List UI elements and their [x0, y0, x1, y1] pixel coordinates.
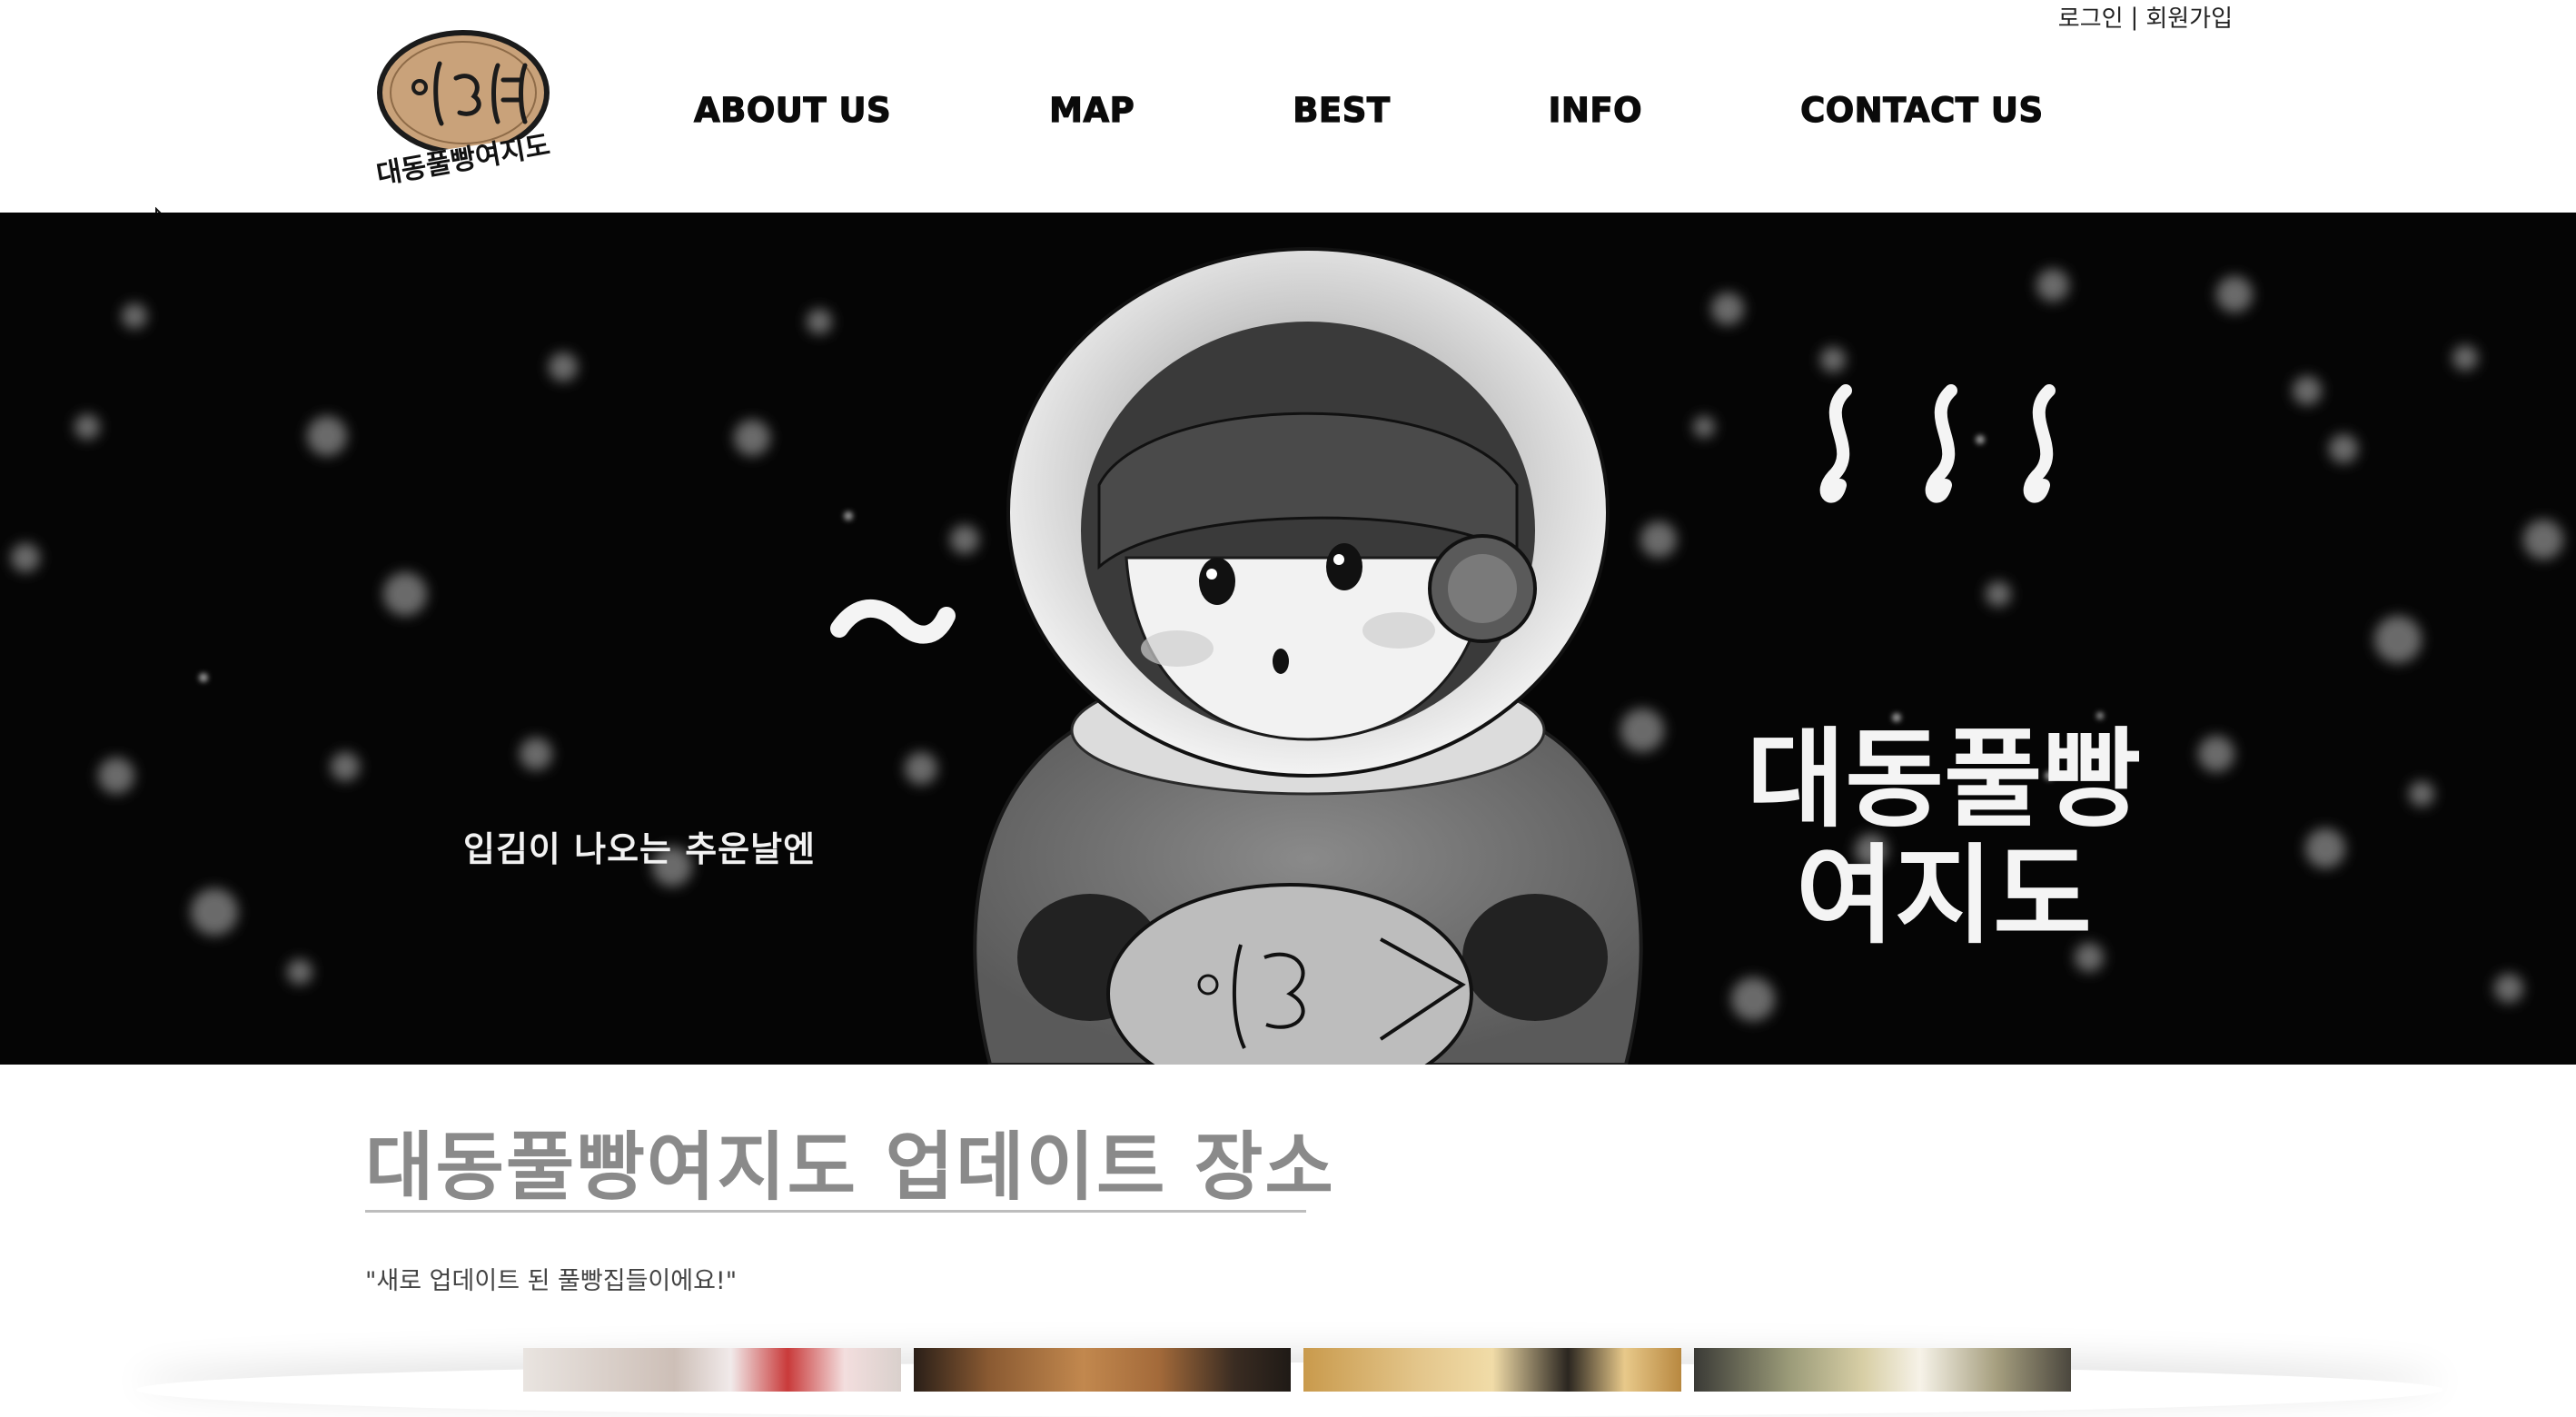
- section-divider: [365, 1210, 1306, 1213]
- tilde-decoration: [830, 600, 956, 644]
- nav-about-us[interactable]: ABOUT US: [693, 90, 891, 130]
- main-nav: ABOUT US MAP BEST INFO CONTACT US: [693, 87, 2043, 133]
- gallery-thumbnail[interactable]: [1303, 1348, 1681, 1392]
- auth-links: 로그인 | 회원가입: [2058, 0, 2233, 34]
- steam-decoration: [1819, 384, 2056, 503]
- hero-banner: 입김이 나오는 추운날엔 대동풀빵 여지도: [0, 213, 2576, 1065]
- hero-illustration: [11, 247, 2563, 1065]
- section-title: 대동풀빵여지도 업데이트 장소: [365, 1125, 1335, 1211]
- nav-map[interactable]: MAP: [1049, 90, 1135, 130]
- hero-title: 대동풀빵 여지도: [1726, 721, 2162, 954]
- section-subtitle: "새로 업데이트 된 풀빵집들이에요!": [365, 1267, 738, 1295]
- signup-link[interactable]: 회원가입: [2145, 0, 2233, 34]
- hero-caption: 입김이 나오는 추운날엔: [463, 829, 817, 869]
- nav-info[interactable]: INFO: [1548, 90, 1642, 130]
- character-illustration: [973, 247, 1643, 1065]
- gallery-thumbnail[interactable]: [523, 1348, 901, 1392]
- login-link[interactable]: 로그인: [2058, 0, 2124, 34]
- gallery-thumbnail[interactable]: [1693, 1348, 2071, 1392]
- auth-separator: |: [2130, 3, 2139, 31]
- hero-title-line1: 대동풀빵: [1746, 717, 2142, 842]
- gallery-thumbnail[interactable]: [913, 1348, 1291, 1392]
- site-header: 로그인 | 회원가입 대동풀빵여지도 대동풀빵여지도 ABOUT US MAP …: [0, 0, 2576, 213]
- nav-contact-us[interactable]: CONTACT US: [1799, 90, 2043, 130]
- site-logo[interactable]: 대동풀빵여지도 대동풀빵여지도: [362, 24, 570, 187]
- update-gallery: [523, 1348, 2071, 1392]
- nav-best[interactable]: BEST: [1293, 90, 1391, 130]
- hero-title-line2: 여지도: [1796, 833, 2092, 958]
